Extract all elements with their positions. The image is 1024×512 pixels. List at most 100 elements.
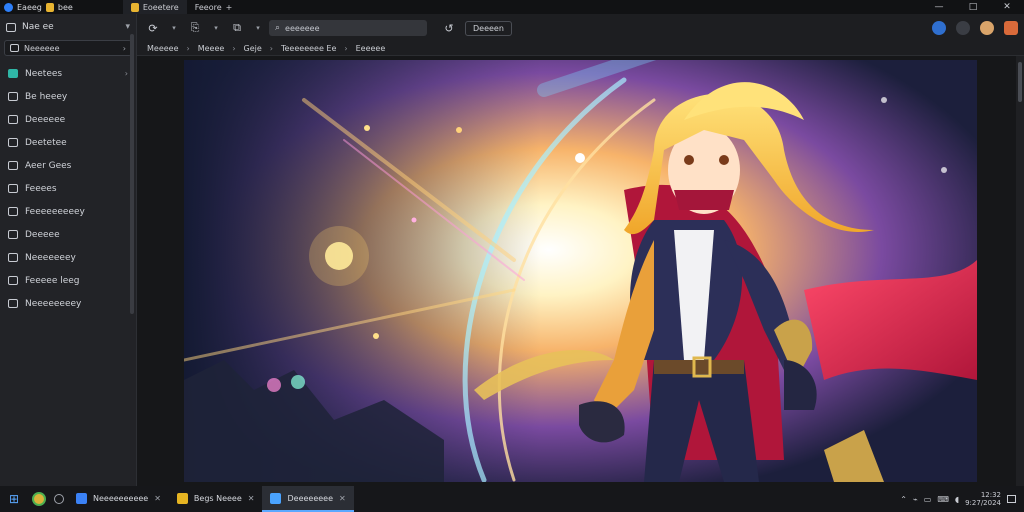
notification-icon[interactable] bbox=[1007, 495, 1016, 503]
copy-icon[interactable]: ⧉ bbox=[227, 21, 247, 35]
sidebar-item-label: Feeees bbox=[25, 183, 57, 194]
content-scrollbar[interactable] bbox=[1016, 56, 1024, 486]
sidebar-item[interactable]: Aeer Gees bbox=[0, 154, 136, 177]
list-icon bbox=[10, 44, 19, 52]
sidebar-search-label: Neeeeee bbox=[24, 43, 60, 53]
settings-icon[interactable] bbox=[1004, 21, 1018, 35]
breadcrumb-separator: › bbox=[232, 44, 236, 53]
sidebar-search[interactable]: Neeeeee › bbox=[4, 40, 132, 56]
app-switcher[interactable]: Eaeeg bee bbox=[0, 0, 73, 14]
page-icon bbox=[8, 138, 18, 147]
page-icon bbox=[8, 253, 18, 262]
breadcrumb-item[interactable]: Eeeeee bbox=[356, 44, 386, 53]
page-icon bbox=[8, 276, 18, 285]
folder-icon bbox=[130, 2, 139, 12]
sync-icon[interactable]: ↺ bbox=[439, 22, 459, 35]
breadcrumb-item[interactable]: Meeeee bbox=[147, 44, 179, 53]
sidebar-item[interactable]: Neeeeeeey bbox=[0, 246, 136, 269]
account-icon[interactable] bbox=[932, 21, 946, 35]
app-icon bbox=[76, 492, 87, 504]
sidebar-item[interactable]: Neeeeeeeey bbox=[0, 292, 136, 315]
toolbar: ⟳ ▾ ⎘ ▾ ⧉ ▾ ⌕ eeeeeee ↺ Deeeen bbox=[137, 14, 1024, 42]
sidebar-item[interactable]: Feeeeeeeeey bbox=[0, 200, 136, 223]
app-logo-icon bbox=[4, 2, 13, 12]
tab-second[interactable]: Feeore + bbox=[187, 0, 241, 14]
clock[interactable]: 12:32 9:27/2024 bbox=[965, 491, 1001, 507]
breadcrumb-separator: › bbox=[269, 44, 273, 53]
window-controls: — □ ✕ bbox=[922, 0, 1024, 14]
page-icon bbox=[8, 115, 18, 124]
chevron-down-icon[interactable]: ▾ bbox=[169, 24, 179, 32]
maximize-button[interactable]: □ bbox=[956, 0, 990, 14]
start-button[interactable]: ⊞ bbox=[0, 492, 28, 506]
volume-icon[interactable]: ◖ bbox=[955, 495, 959, 504]
menu-icon bbox=[6, 22, 16, 32]
search-icon: ⌕ bbox=[275, 23, 281, 33]
toolbar-right bbox=[932, 21, 1018, 35]
sidebar-item[interactable]: Deeeeee bbox=[0, 108, 136, 131]
sidebar-item-label: Deeeeee bbox=[25, 114, 66, 125]
search-icon[interactable] bbox=[54, 494, 64, 504]
keyboard-icon[interactable]: ⌨ bbox=[937, 495, 949, 504]
app-second-label: bee bbox=[57, 2, 73, 12]
taskbar-app[interactable]: Begs Neeee ✕ bbox=[169, 486, 263, 512]
sidebar-item-label: Deetetee bbox=[25, 137, 67, 148]
close-icon[interactable]: ✕ bbox=[248, 494, 255, 503]
refresh-icon[interactable]: ⟳ bbox=[143, 22, 163, 35]
page-icon bbox=[8, 161, 18, 170]
minimize-button[interactable]: — bbox=[922, 0, 956, 14]
title-bar: Eaeeg bee Eoeetere Feeore + — □ ✕ bbox=[0, 0, 1024, 14]
close-icon[interactable]: ✕ bbox=[339, 494, 346, 503]
new-tab-icon[interactable]: + bbox=[226, 3, 233, 12]
scrollbar-thumb[interactable] bbox=[1018, 62, 1022, 102]
sidebar-item-label: Feeeee leeg bbox=[25, 275, 80, 286]
page-icon bbox=[8, 299, 18, 308]
tab-label: Feeore bbox=[194, 2, 222, 12]
open-button[interactable]: Deeeen bbox=[465, 20, 512, 36]
breadcrumb-item[interactable]: Meeee bbox=[198, 44, 225, 53]
search-input[interactable]: ⌕ eeeeeee bbox=[269, 20, 427, 36]
sidebar-item[interactable]: Deeeee bbox=[0, 223, 136, 246]
sidebar-item[interactable]: Feeees bbox=[0, 177, 136, 200]
breadcrumb-item[interactable]: Geje bbox=[244, 44, 262, 53]
sidebar-item-label: Neeeeeeey bbox=[25, 252, 76, 263]
save-icon[interactable]: ⎘ bbox=[185, 21, 205, 35]
taskbar-app-label: Deeeeeeee bbox=[287, 493, 334, 503]
sidebar-item-label: Feeeeeeeeey bbox=[25, 206, 85, 217]
sidebar-item[interactable]: Neetees › bbox=[0, 62, 136, 85]
chevron-down-icon[interactable]: ▾ bbox=[125, 22, 130, 32]
battery-icon[interactable]: ▭ bbox=[924, 495, 932, 504]
page-icon bbox=[8, 184, 18, 193]
sidebar-item-label: Aeer Gees bbox=[25, 160, 72, 171]
taskbar: ⊞ Neeeeeeeeee ✕ Begs Neeee ✕ Deeeeeeee ✕ ⌃ ⌁ … bbox=[0, 486, 1024, 512]
browser-icon[interactable] bbox=[32, 492, 46, 506]
taskbar-app[interactable]: Deeeeeeee ✕ bbox=[262, 486, 354, 512]
chevron-down-icon[interactable]: ▾ bbox=[211, 24, 221, 32]
sidebar-item-label: Neetees bbox=[25, 68, 63, 79]
clock-date: 9:27/2024 bbox=[965, 499, 1001, 507]
close-icon[interactable]: ✕ bbox=[154, 494, 161, 503]
anime-artwork-image bbox=[184, 60, 977, 482]
breadcrumb-separator: › bbox=[186, 44, 190, 53]
chevron-down-icon[interactable]: ▾ bbox=[253, 24, 263, 32]
taskbar-app-label: Neeeeeeeeee bbox=[93, 493, 149, 503]
chat-icon[interactable] bbox=[956, 21, 970, 35]
sidebar-item[interactable]: Deetetee bbox=[0, 131, 136, 154]
taskbar-app[interactable]: Neeeeeeeeee ✕ bbox=[68, 486, 169, 512]
content-area bbox=[137, 56, 1024, 486]
sidebar-scrollbar[interactable] bbox=[130, 34, 134, 314]
network-icon[interactable]: ⌁ bbox=[913, 495, 918, 504]
sidebar-item-label: Be heeey bbox=[25, 91, 68, 102]
app-icon bbox=[270, 492, 282, 504]
chevron-up-icon[interactable]: ⌃ bbox=[900, 495, 907, 504]
sidebar-item[interactable]: Be heeey bbox=[0, 85, 136, 108]
sidebar-item[interactable]: Feeeee leeg bbox=[0, 269, 136, 292]
page-icon bbox=[8, 230, 18, 239]
tab-active[interactable]: Eoeetere bbox=[122, 0, 187, 14]
breadcrumb-item[interactable]: Teeeeeeee Ee bbox=[281, 44, 336, 53]
sidebar-header[interactable]: Nae ee ▾ bbox=[0, 14, 136, 40]
avatar[interactable] bbox=[980, 21, 994, 35]
close-button[interactable]: ✕ bbox=[990, 0, 1024, 14]
tab-label: Eoeetere bbox=[142, 2, 179, 12]
breadcrumb-separator: › bbox=[344, 44, 348, 53]
